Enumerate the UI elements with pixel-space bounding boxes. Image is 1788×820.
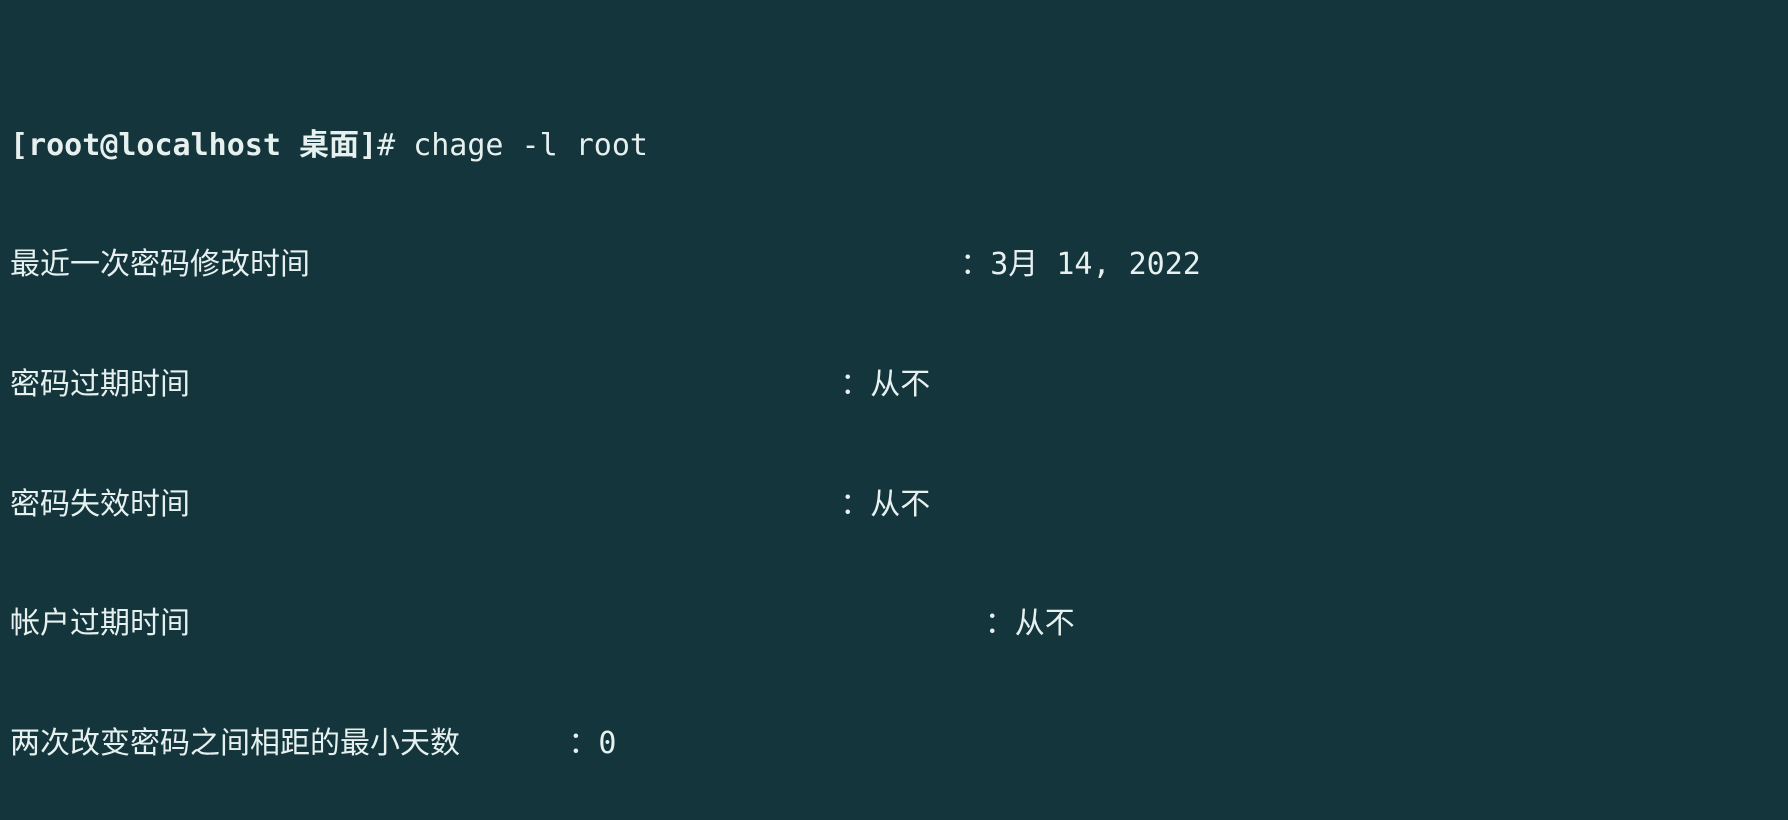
terminal-window[interactable]: [root@localhost 桌面]# chage -l root 最近一次密… bbox=[0, 0, 1788, 820]
prompt-line[interactable]: [root@localhost 桌面]# chage -l root bbox=[10, 126, 1778, 166]
output-row: 密码失效时间 ：从不 bbox=[10, 485, 1778, 525]
output-row: 两次改变密码之间相距的最小天数 ：0 bbox=[10, 724, 1778, 764]
output-row: 密码过期时间 ：从不 bbox=[10, 365, 1778, 405]
command-text: chage -l root bbox=[413, 128, 648, 163]
prompt-symbol: # bbox=[377, 128, 413, 163]
output-row: 帐户过期时间 ：从不 bbox=[10, 604, 1778, 644]
output-row: 最近一次密码修改时间 ：3月 14, 2022 bbox=[10, 245, 1778, 285]
prompt-user: root@localhost bbox=[28, 128, 281, 163]
prompt-cwd: 桌面 bbox=[281, 128, 359, 163]
prompt-close: ] bbox=[359, 128, 377, 163]
prompt-open: [ bbox=[10, 128, 28, 163]
